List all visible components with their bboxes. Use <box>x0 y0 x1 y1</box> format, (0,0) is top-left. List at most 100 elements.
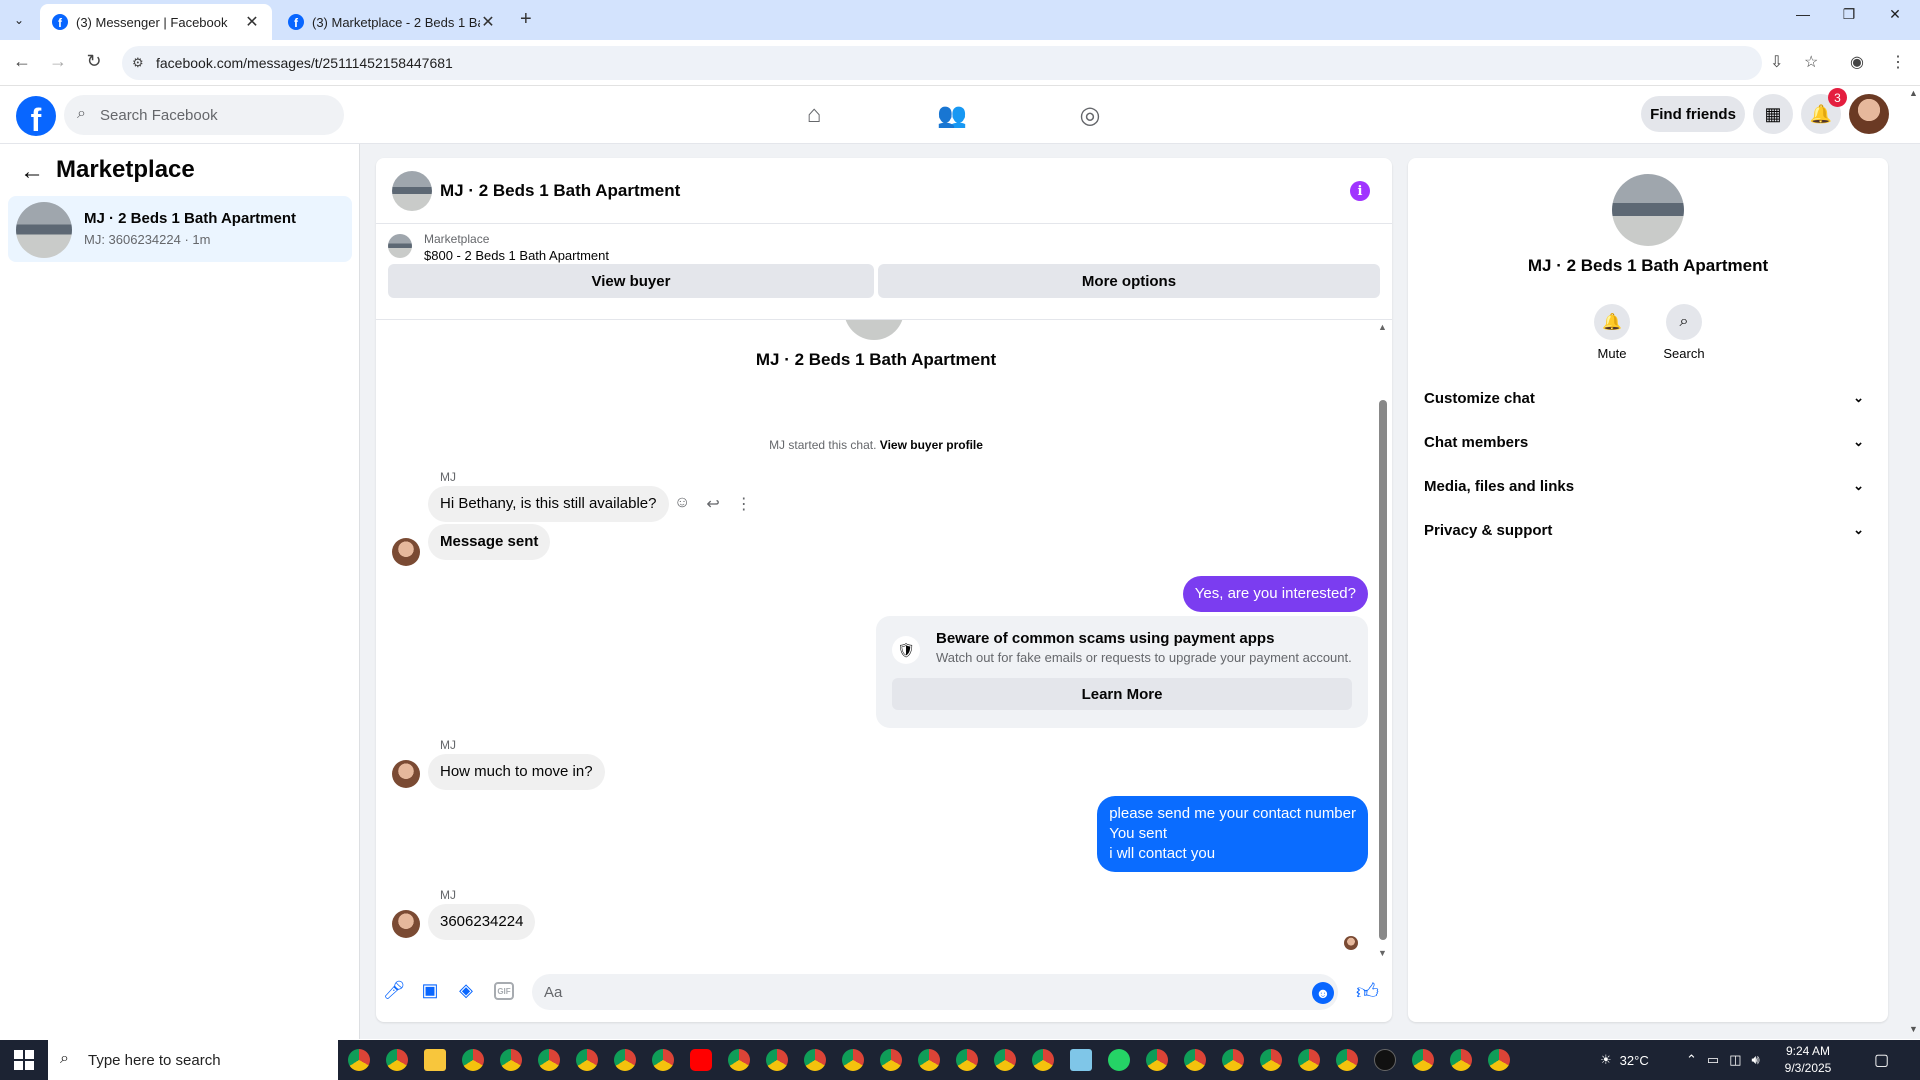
menu-grid-icon[interactable]: ▦ <box>1753 94 1793 134</box>
chrome-icon[interactable] <box>990 1046 1020 1074</box>
scrollbar-thumb[interactable] <box>1379 400 1387 940</box>
customize-chat-section[interactable]: Customize chat ⌄ <box>1424 380 1872 416</box>
chat-title[interactable]: MJ · 2 Beds 1 Bath Apartment <box>440 181 680 201</box>
facebook-logo-icon[interactable]: f <box>16 96 56 136</box>
whatsapp-icon[interactable] <box>1104 1046 1134 1074</box>
taskbar-search-input[interactable]: ⌕ Type here to search <box>48 1040 338 1080</box>
photos-icon[interactable] <box>1066 1046 1096 1074</box>
home-icon[interactable]: ⌂ <box>797 100 831 130</box>
chrome-icon[interactable] <box>838 1046 868 1074</box>
url-field[interactable]: ⚙ facebook.com/messages/t/25111452158447… <box>122 46 1762 80</box>
incoming-message[interactable]: Message sent <box>428 524 551 560</box>
chrome-icon[interactable] <box>344 1046 374 1074</box>
listing-summary[interactable]: $800 - 2 Beds 1 Bath Apartment <box>424 248 609 263</box>
scroll-up-icon[interactable]: ▲ <box>1378 322 1387 332</box>
learn-more-button[interactable]: Learn More <box>892 678 1352 710</box>
chrome-icon[interactable] <box>1294 1046 1324 1074</box>
more-options-button[interactable]: More options <box>878 264 1380 298</box>
friends-icon[interactable]: 👥 <box>935 100 969 130</box>
weather-widget[interactable]: ☀ 32°C <box>1600 1040 1649 1080</box>
groups-icon[interactable]: ◎ <box>1073 100 1107 130</box>
bookmark-star-icon[interactable]: ☆ <box>1804 52 1818 72</box>
chrome-icon[interactable] <box>1256 1046 1286 1074</box>
chrome-icon[interactable] <box>1484 1046 1514 1074</box>
chat-avatar[interactable] <box>392 171 432 211</box>
volume-icon[interactable]: 🔊︎ <box>1752 1052 1760 1068</box>
chrome-icon[interactable] <box>610 1046 640 1074</box>
chrome-icon[interactable] <box>458 1046 488 1074</box>
find-friends-button[interactable]: Find friends <box>1641 96 1745 132</box>
sender-avatar[interactable] <box>392 910 420 938</box>
chat-members-section[interactable]: Chat members ⌄ <box>1424 424 1872 460</box>
close-window-icon[interactable]: ✕ <box>1872 6 1918 23</box>
chrome-icon[interactable] <box>382 1046 412 1074</box>
reply-icon[interactable]: ↩ <box>706 494 719 514</box>
chrome-icon[interactable] <box>572 1046 602 1074</box>
restore-icon[interactable]: ❐ <box>1826 6 1872 23</box>
chrome-icon[interactable] <box>496 1046 526 1074</box>
emoji-icon[interactable]: ☻ <box>1312 982 1334 1004</box>
site-settings-icon[interactable]: ⚙ <box>132 55 144 71</box>
microphone-icon[interactable]: 🎤︎ <box>382 980 406 1001</box>
privacy-support-section[interactable]: Privacy & support ⌄ <box>1424 512 1872 548</box>
tab-marketplace[interactable]: f (3) Marketplace - 2 Beds 1 Bath ✕ <box>276 4 508 40</box>
attach-photo-icon[interactable]: ▣ <box>418 980 442 1001</box>
install-app-icon[interactable]: ⇩ <box>1770 52 1783 72</box>
profile-icon[interactable]: ◉ <box>1850 52 1864 72</box>
page-scroll-up-icon[interactable]: ▲ <box>1909 88 1918 98</box>
thumbs-up-icon[interactable]: 👍︎ <box>1356 978 1379 1005</box>
listing-thumbnail-small[interactable] <box>388 234 412 258</box>
file-explorer-icon[interactable] <box>420 1046 450 1074</box>
tiktok-icon[interactable] <box>1370 1046 1400 1074</box>
incoming-message[interactable]: 3606234224 <box>428 904 536 940</box>
chrome-icon[interactable] <box>762 1046 792 1074</box>
chrome-icon[interactable] <box>1028 1046 1058 1074</box>
incoming-message[interactable]: How much to move in? <box>428 754 605 790</box>
account-avatar[interactable] <box>1849 94 1889 134</box>
info-avatar[interactable] <box>1612 174 1684 246</box>
more-actions-icon[interactable]: ⋮ <box>736 494 752 514</box>
youtube-icon[interactable] <box>686 1046 716 1074</box>
chrome-icon[interactable] <box>952 1046 982 1074</box>
browser-menu-icon[interactable]: ⋮ <box>1890 52 1906 72</box>
close-tab-icon[interactable]: ✕ <box>480 12 496 32</box>
battery-icon[interactable]: ▭ <box>1707 1052 1719 1068</box>
chrome-icon[interactable] <box>1446 1046 1476 1074</box>
outgoing-message[interactable]: please send me your contact number You s… <box>1097 796 1368 872</box>
message-input[interactable]: Aa <box>532 974 1338 1010</box>
new-tab-icon[interactable]: + <box>520 8 532 31</box>
windows-start-icon[interactable] <box>14 1050 34 1070</box>
facebook-search-input[interactable]: ⌕ Search Facebook <box>64 95 344 135</box>
scroll-down-icon[interactable]: ▼ <box>1378 948 1387 958</box>
tab-messenger[interactable]: f (3) Messenger | Facebook ✕ <box>40 4 272 40</box>
search-in-chat-button[interactable]: ⌕ Search <box>1654 304 1714 361</box>
chrome-icon[interactable] <box>1142 1046 1172 1074</box>
react-icon[interactable]: ☺ <box>674 494 690 514</box>
chrome-icon[interactable] <box>914 1046 944 1074</box>
view-buyer-button[interactable]: View buyer <box>388 264 874 298</box>
page-scrollbar[interactable]: ▲ ▼ <box>1906 86 1920 1039</box>
chrome-icon[interactable] <box>1408 1046 1438 1074</box>
sender-avatar[interactable] <box>392 760 420 788</box>
chrome-icon[interactable] <box>534 1046 564 1074</box>
close-tab-icon[interactable]: ✕ <box>244 12 260 32</box>
conversation-item[interactable]: MJ · 2 Beds 1 Bath Apartment MJ: 3606234… <box>8 196 352 262</box>
chrome-icon[interactable] <box>800 1046 830 1074</box>
chrome-icon[interactable] <box>876 1046 906 1074</box>
chrome-icon[interactable] <box>1180 1046 1210 1074</box>
notification-center-icon[interactable]: ▢ <box>1874 1040 1889 1080</box>
incoming-message[interactable]: Hi Bethany, is this still available? <box>428 486 669 522</box>
back-icon[interactable]: ← <box>10 51 34 72</box>
minimize-icon[interactable]: — <box>1780 6 1826 22</box>
sender-avatar[interactable] <box>392 538 420 566</box>
page-scroll-down-icon[interactable]: ▼ <box>1909 1024 1918 1034</box>
chrome-icon[interactable] <box>724 1046 754 1074</box>
chrome-icon[interactable] <box>1218 1046 1248 1074</box>
info-icon[interactable]: i <box>1350 181 1370 201</box>
clock[interactable]: 9:24 AM 9/3/2025 <box>1768 1043 1848 1077</box>
outgoing-message[interactable]: Yes, are you interested? <box>1182 576 1368 612</box>
forward-icon[interactable]: → <box>46 51 70 72</box>
reload-icon[interactable]: ↻ <box>82 51 106 72</box>
sticker-icon[interactable]: ◈ <box>454 980 478 1001</box>
gif-icon[interactable]: GIF <box>494 982 514 1000</box>
